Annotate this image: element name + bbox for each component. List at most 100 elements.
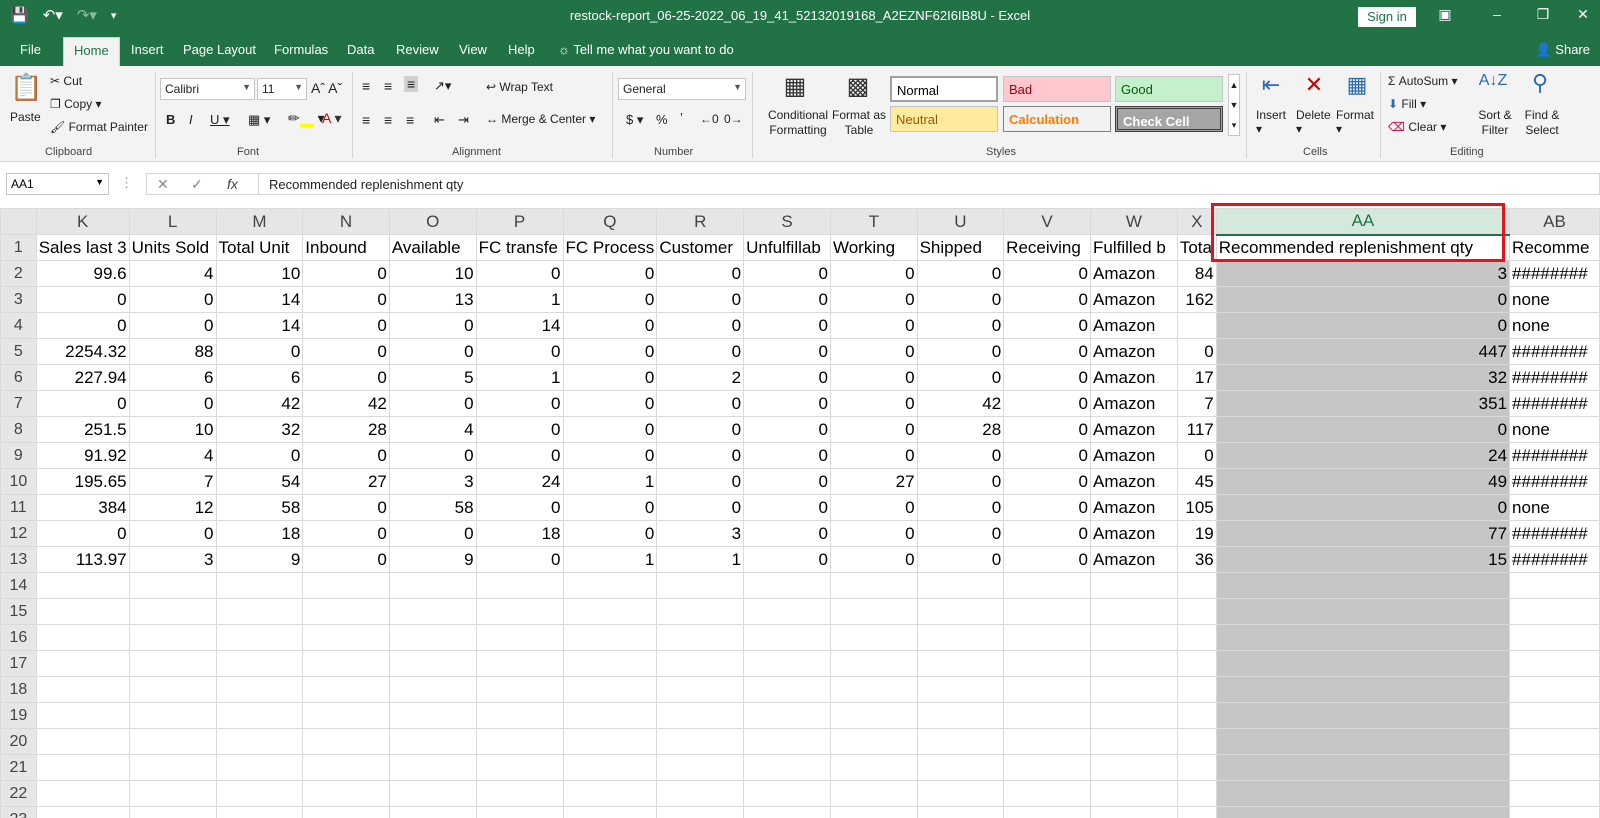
table-cell[interactable]: 0 bbox=[916, 494, 1005, 521]
table-cell[interactable]: 1 bbox=[562, 546, 658, 573]
currency-icon[interactable]: $ ▾ bbox=[626, 112, 643, 128]
table-cell[interactable]: 32 bbox=[1215, 364, 1511, 391]
table-cell[interactable] bbox=[916, 702, 1005, 729]
formula-input[interactable]: Recommended replenishment qty bbox=[258, 173, 1600, 195]
table-cell[interactable] bbox=[1090, 780, 1178, 807]
table-cell[interactable] bbox=[1215, 780, 1511, 807]
table-cell[interactable]: 49 bbox=[1215, 468, 1511, 495]
style-normal[interactable]: Normal bbox=[890, 76, 998, 102]
table-cell[interactable] bbox=[1215, 806, 1511, 818]
table-cell[interactable]: 42 bbox=[302, 390, 390, 417]
table-cell[interactable]: none bbox=[1509, 286, 1600, 313]
table-cell[interactable] bbox=[743, 650, 831, 677]
table-cell[interactable]: 1 bbox=[475, 364, 564, 391]
table-cell[interactable]: 27 bbox=[302, 468, 390, 495]
row-header[interactable]: 5 bbox=[0, 338, 37, 365]
column-header-t[interactable]: T bbox=[829, 208, 918, 235]
header-cell[interactable]: Inbound bbox=[302, 234, 390, 261]
table-cell[interactable] bbox=[656, 780, 745, 807]
table-cell[interactable] bbox=[656, 598, 745, 625]
table-cell[interactable]: 0 bbox=[916, 286, 1005, 313]
table-cell[interactable]: 0 bbox=[916, 468, 1005, 495]
table-cell[interactable] bbox=[1090, 650, 1178, 677]
row-header[interactable]: 21 bbox=[0, 754, 37, 781]
table-cell[interactable]: 0 bbox=[128, 390, 217, 417]
table-cell[interactable]: Amazon bbox=[1090, 494, 1178, 521]
header-cell[interactable]: Customer bbox=[656, 234, 745, 261]
header-cell[interactable]: Tota bbox=[1176, 234, 1217, 261]
column-header-m[interactable]: M bbox=[215, 208, 304, 235]
table-cell[interactable] bbox=[1509, 676, 1600, 703]
increase-decimal-icon[interactable]: ←0 bbox=[700, 112, 719, 126]
table-cell[interactable]: 4 bbox=[128, 442, 217, 469]
find-select-button[interactable]: Find & Select bbox=[1520, 108, 1564, 138]
table-cell[interactable] bbox=[743, 806, 831, 818]
table-cell[interactable] bbox=[562, 780, 658, 807]
table-cell[interactable] bbox=[1003, 650, 1092, 677]
table-cell[interactable] bbox=[916, 754, 1005, 781]
table-cell[interactable]: 14 bbox=[215, 286, 304, 313]
table-cell[interactable]: 0 bbox=[388, 442, 477, 469]
table-cell[interactable] bbox=[1003, 754, 1092, 781]
table-cell[interactable] bbox=[302, 676, 390, 703]
table-cell[interactable] bbox=[302, 572, 390, 599]
table-cell[interactable]: 3 bbox=[1215, 260, 1511, 287]
table-cell[interactable]: 12 bbox=[128, 494, 217, 521]
table-cell[interactable]: 0 bbox=[743, 546, 831, 573]
table-cell[interactable]: 0 bbox=[829, 286, 918, 313]
align-right-icon[interactable]: ≡ bbox=[406, 112, 414, 128]
table-cell[interactable] bbox=[1003, 676, 1092, 703]
borders-icon[interactable]: ▦ ▾ bbox=[248, 112, 270, 128]
table-cell[interactable]: 58 bbox=[388, 494, 477, 521]
table-cell[interactable]: 3 bbox=[656, 520, 745, 547]
column-header-x[interactable]: X bbox=[1176, 208, 1217, 235]
table-cell[interactable]: 9 bbox=[388, 546, 477, 573]
table-cell[interactable] bbox=[1509, 650, 1600, 677]
table-cell[interactable]: 0 bbox=[656, 338, 745, 365]
table-cell[interactable] bbox=[743, 598, 831, 625]
delete-button[interactable]: Delete ▾ bbox=[1296, 108, 1331, 136]
row-header[interactable]: 1 bbox=[0, 234, 37, 261]
table-cell[interactable] bbox=[128, 806, 217, 818]
table-cell[interactable]: 0 bbox=[743, 338, 831, 365]
underline-icon[interactable]: U ▾ bbox=[210, 112, 230, 128]
table-cell[interactable] bbox=[1176, 624, 1217, 651]
ribbon-display-icon[interactable]: ▣ bbox=[1430, 6, 1460, 23]
table-cell[interactable] bbox=[475, 598, 564, 625]
table-cell[interactable] bbox=[1003, 728, 1092, 755]
table-cell[interactable]: 0 bbox=[35, 390, 130, 417]
table-cell[interactable] bbox=[656, 624, 745, 651]
table-cell[interactable]: 0 bbox=[1176, 338, 1217, 365]
table-cell[interactable] bbox=[128, 728, 217, 755]
table-cell[interactable] bbox=[1215, 702, 1511, 729]
table-cell[interactable]: none bbox=[1509, 494, 1600, 521]
table-cell[interactable] bbox=[215, 780, 304, 807]
table-cell[interactable]: 24 bbox=[475, 468, 564, 495]
table-cell[interactable]: 0 bbox=[743, 416, 831, 443]
table-cell[interactable] bbox=[743, 624, 831, 651]
fill-button[interactable]: ⬇ Fill ▾ bbox=[1388, 97, 1426, 111]
table-cell[interactable] bbox=[916, 676, 1005, 703]
table-cell[interactable]: Amazon bbox=[1090, 520, 1178, 547]
table-cell[interactable] bbox=[1090, 754, 1178, 781]
table-cell[interactable]: 1 bbox=[475, 286, 564, 313]
table-cell[interactable]: 0 bbox=[1003, 312, 1092, 339]
column-header-n[interactable]: N bbox=[302, 208, 390, 235]
comma-icon[interactable]: ’ bbox=[680, 110, 683, 125]
table-cell[interactable]: 0 bbox=[656, 260, 745, 287]
table-cell[interactable]: 0 bbox=[656, 468, 745, 495]
format-as-table-icon[interactable]: ▩ bbox=[843, 72, 873, 101]
table-cell[interactable]: 0 bbox=[1003, 416, 1092, 443]
table-cell[interactable]: 28 bbox=[302, 416, 390, 443]
row-header[interactable]: 6 bbox=[0, 364, 37, 391]
style-neutral[interactable]: Neutral bbox=[890, 106, 998, 132]
table-cell[interactable] bbox=[656, 806, 745, 818]
table-cell[interactable]: 162 bbox=[1176, 286, 1217, 313]
table-cell[interactable]: 0 bbox=[35, 520, 130, 547]
table-cell[interactable] bbox=[35, 754, 130, 781]
table-cell[interactable]: 0 bbox=[829, 338, 918, 365]
table-cell[interactable] bbox=[1003, 572, 1092, 599]
format-as-table-button[interactable]: Format as Table bbox=[831, 108, 887, 138]
table-cell[interactable] bbox=[1090, 676, 1178, 703]
table-cell[interactable] bbox=[1176, 754, 1217, 781]
